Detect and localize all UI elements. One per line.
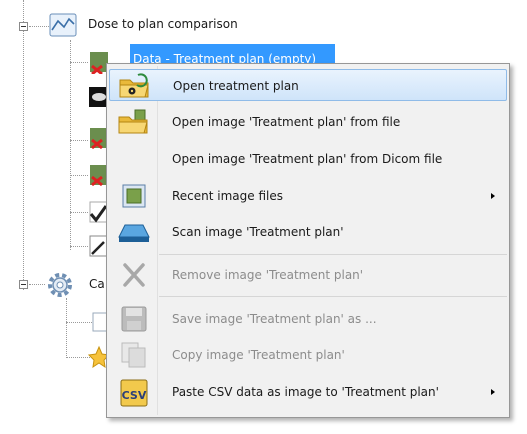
- recent-files-icon: [117, 183, 151, 209]
- tree-line: [70, 175, 88, 176]
- tree-line: [70, 246, 88, 247]
- context-menu: Open treatment plan Open image 'Treatmen…: [106, 63, 510, 418]
- copy-icon: [117, 342, 151, 368]
- tree-node-calculation[interactable]: Ca: [89, 277, 105, 291]
- menu-item-save-image-as[interactable]: Save image 'Treatment plan' as ...: [109, 303, 507, 335]
- collapse-toggle[interactable]: [19, 280, 28, 289]
- dose-comparison-icon: [49, 12, 77, 38]
- tree-line: [23, 0, 24, 290]
- menu-item-remove-image[interactable]: Remove image 'Treatment plan': [109, 259, 507, 291]
- tree-line: [66, 298, 67, 358]
- menu-item-recent-image-files[interactable]: Recent image files: [109, 180, 507, 212]
- menu-item-label: Copy image 'Treatment plan': [172, 348, 345, 362]
- tree-line: [29, 26, 49, 27]
- tree-line: [70, 40, 71, 250]
- remove-x-icon: [117, 262, 151, 288]
- menu-item-label: Open treatment plan: [173, 79, 299, 93]
- tree-node-dose-comparison[interactable]: Dose to plan comparison: [88, 17, 238, 31]
- menu-item-scan-image[interactable]: Scan image 'Treatment plan': [109, 216, 507, 248]
- tree-line: [66, 322, 92, 323]
- csv-icon: CSV: [117, 379, 151, 407]
- tree-line: [70, 140, 88, 141]
- floppy-disk-icon: [117, 306, 151, 332]
- folder-open-icon: [117, 109, 151, 135]
- menu-item-copy-image[interactable]: Copy image 'Treatment plan': [109, 339, 507, 371]
- menu-item-label: Remove image 'Treatment plan': [172, 268, 364, 282]
- menu-item-label: Open image 'Treatment plan' from Dicom f…: [172, 152, 443, 166]
- gear-icon: [45, 270, 75, 300]
- tree-line: [70, 62, 88, 63]
- menu-item-open-image-from-dicom[interactable]: Open image 'Treatment plan' from Dicom f…: [109, 143, 507, 175]
- scanner-icon: [117, 219, 151, 245]
- submenu-arrow-icon: [491, 389, 495, 395]
- menu-item-open-treatment-plan[interactable]: Open treatment plan: [109, 69, 507, 101]
- svg-text:CSV: CSV: [122, 389, 147, 402]
- menu-item-label: Recent image files: [172, 189, 284, 203]
- menu-item-open-image-from-file[interactable]: Open image 'Treatment plan' from file: [109, 106, 507, 138]
- tree-line: [29, 284, 45, 285]
- tree-line: [70, 212, 88, 213]
- collapse-toggle[interactable]: [19, 22, 28, 31]
- open-folder-radiation-icon: [118, 73, 152, 99]
- menu-separator: [159, 254, 507, 255]
- menu-item-label: Scan image 'Treatment plan': [172, 225, 344, 239]
- submenu-arrow-icon: [491, 193, 495, 199]
- menu-item-label: Save image 'Treatment plan' as ...: [172, 312, 377, 326]
- menu-item-label: Paste CSV data as image to 'Treatment pl…: [172, 385, 439, 399]
- menu-item-paste-csv[interactable]: CSV Paste CSV data as image to 'Treatmen…: [109, 376, 507, 408]
- menu-separator: [159, 296, 507, 297]
- menu-item-label: Open image 'Treatment plan' from file: [172, 115, 401, 129]
